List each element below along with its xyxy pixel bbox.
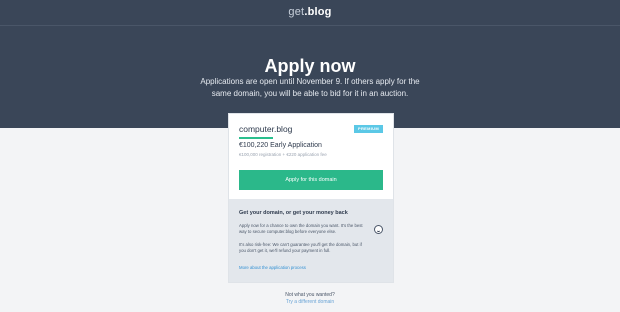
money-back-title: Get your domain, or get your money back <box>239 210 348 216</box>
application-process-link[interactable]: More about the application process <box>239 265 306 270</box>
logo-suffix: .blog <box>304 6 332 18</box>
page-subtitle: Applications are open until November 9. … <box>200 77 420 98</box>
domain-name: computer.blog <box>239 124 293 134</box>
header-divider <box>0 25 620 26</box>
money-back-text-1: Apply now for a chance to own the domain… <box>239 223 363 234</box>
application-card: computer.blog PREMIUM €100,220 Early App… <box>228 113 394 283</box>
premium-badge: PREMIUM <box>354 125 383 133</box>
smile-icon <box>374 225 383 234</box>
footer-question: Not what you wanted? <box>285 292 335 298</box>
fee-breakdown: €100,000 registration + €220 application… <box>239 152 327 157</box>
money-back-section: Get your domain, or get your money back … <box>229 199 393 282</box>
money-back-text-2: It's also risk-free: We can't guarantee … <box>239 242 362 253</box>
site-logo[interactable]: get.blog <box>0 6 620 18</box>
page-title: Apply now <box>264 56 356 76</box>
hero-banner: get.blog Apply now Applications are open… <box>0 0 620 128</box>
different-domain-link[interactable]: Try a different domain <box>0 299 620 305</box>
logo-prefix: get <box>288 6 305 18</box>
apply-button[interactable]: Apply for this domain <box>239 170 383 190</box>
domain-underline <box>239 137 273 139</box>
price-label: €100,220 Early Application <box>239 142 322 149</box>
